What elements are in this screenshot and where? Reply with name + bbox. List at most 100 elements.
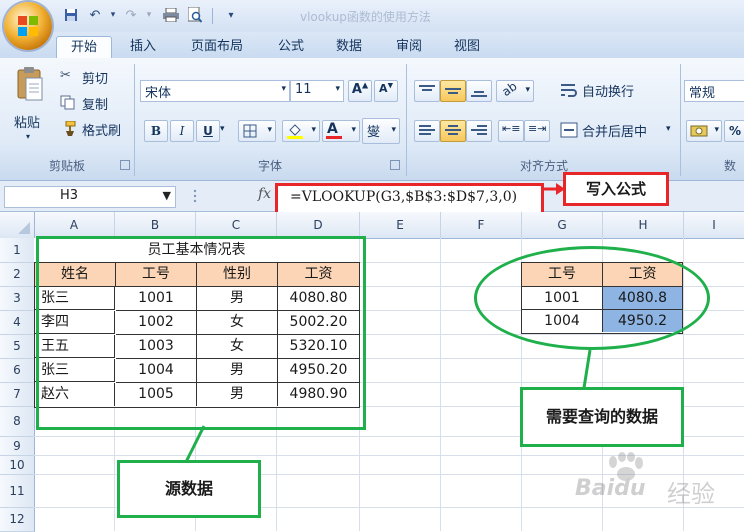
wrap-text-button[interactable]: 自动换行 — [560, 80, 678, 102]
align-left-button[interactable] — [414, 120, 440, 142]
undo-icon[interactable]: ↶ — [86, 6, 104, 24]
select-all-icon — [18, 222, 30, 234]
chevron-down-icon: ▾ — [311, 125, 316, 135]
shrink-font-icon: A▼ — [379, 81, 393, 95]
paste-button[interactable]: 粘贴 ▾ — [12, 66, 48, 146]
grid-line — [440, 238, 441, 531]
clipboard-dialog-launcher-icon[interactable] — [120, 160, 130, 170]
copy-button[interactable]: 复制 — [60, 94, 140, 113]
column-header-g[interactable]: G — [522, 212, 603, 238]
tab-insert[interactable]: 插入 — [118, 36, 168, 58]
chevron-down-icon: ▾ — [666, 124, 671, 134]
align-right-icon — [477, 125, 487, 127]
column-header-h[interactable]: H — [603, 212, 684, 238]
save-icon[interactable] — [62, 6, 80, 24]
column-header-i[interactable]: I — [684, 212, 744, 238]
row-header-2[interactable]: 2 — [0, 263, 35, 287]
font-dialog-launcher-icon[interactable] — [390, 160, 400, 170]
print-icon[interactable] — [162, 6, 180, 24]
tab-home[interactable]: 开始 — [56, 36, 112, 59]
merge-center-icon — [560, 122, 578, 138]
undo-dropdown-icon[interactable]: ▾ — [104, 6, 122, 24]
column-header-a[interactable]: A — [34, 212, 115, 238]
underline-button[interactable]: U — [196, 120, 220, 142]
align-right-icon — [471, 129, 487, 131]
select-all-corner[interactable] — [0, 212, 35, 238]
row-header-7[interactable]: 7 — [0, 383, 35, 407]
underline-dropdown-icon[interactable]: ▾ — [220, 124, 225, 134]
wrap-text-label: 自动换行 — [582, 85, 635, 100]
row-header-4[interactable]: 4 — [0, 311, 35, 335]
row-header-5[interactable]: 5 — [0, 335, 35, 359]
borders-icon — [243, 124, 257, 138]
formula-bar-splitter[interactable] — [180, 184, 254, 208]
row-header-12[interactable]: 12 — [0, 508, 35, 532]
customize-qat-icon[interactable]: ▾ — [222, 6, 240, 24]
wrap-text-icon — [561, 84, 577, 97]
row-header-10[interactable]: 10 — [0, 456, 35, 475]
tab-review[interactable]: 审阅 — [384, 36, 434, 58]
align-middle-button[interactable] — [440, 80, 466, 102]
increase-indent-button[interactable]: ≡⇥ — [524, 120, 550, 142]
paste-label: 粘贴 — [14, 116, 41, 131]
office-button[interactable] — [4, 2, 52, 50]
decrease-indent-button[interactable]: ⇤≡ — [498, 120, 524, 142]
tab-formulas[interactable]: 公式 — [266, 36, 316, 58]
fill-color-button[interactable]: ▾ — [282, 120, 320, 142]
chevron-down-icon: ▾ — [281, 84, 286, 94]
row-header-11[interactable]: 11 — [0, 475, 35, 508]
row-header-6[interactable]: 6 — [0, 359, 35, 383]
chevron-down-icon: ▾ — [525, 85, 530, 95]
borders-button[interactable]: ▾ — [238, 120, 276, 142]
row-header-3[interactable]: 3 — [0, 287, 35, 311]
align-top-button[interactable] — [414, 80, 440, 102]
italic-button[interactable]: I — [170, 120, 194, 142]
align-right-button[interactable] — [466, 120, 492, 142]
grow-font-button[interactable]: A▲ — [348, 80, 372, 102]
lookup-data-callout: 需要查询的数据 — [520, 387, 684, 447]
orientation-button[interactable]: ab ▾ — [496, 79, 534, 102]
tab-view[interactable]: 视图 — [442, 36, 492, 58]
number-format-value: 常规 — [689, 86, 716, 101]
merge-center-button[interactable]: 合并后居中 ▾ — [560, 120, 678, 142]
insert-function-icon[interactable]: fx — [258, 186, 271, 202]
chevron-down-icon: ▾ — [351, 125, 356, 135]
shrink-font-button[interactable]: A▼ — [374, 80, 398, 102]
column-header-b[interactable]: B — [115, 212, 196, 238]
cut-button[interactable]: ✂ 剪切 — [60, 68, 140, 87]
bold-button[interactable]: B — [144, 120, 168, 142]
row-header-8[interactable]: 8 — [0, 407, 35, 437]
align-left-icon — [419, 133, 431, 135]
format-painter-label: 格式刷 — [82, 124, 122, 139]
font-color-swatch — [326, 136, 342, 139]
tab-page-layout[interactable]: 页面布局 — [178, 36, 256, 58]
phonetic-guide-button[interactable]: 燮 ▾ — [362, 118, 400, 144]
baidu-watermark: Baidu 经验 — [575, 452, 744, 508]
font-size-value: 11 — [295, 82, 312, 97]
number-format-select[interactable]: 常规 — [684, 80, 744, 102]
format-painter-button[interactable]: 格式刷 — [60, 120, 140, 139]
column-header-d[interactable]: D — [277, 212, 360, 238]
callout-connector — [582, 349, 592, 389]
print-preview-icon[interactable] — [186, 6, 204, 24]
tab-data[interactable]: 数据 — [324, 36, 374, 58]
column-header-e[interactable]: E — [360, 212, 441, 238]
row-header-9[interactable]: 9 — [0, 437, 35, 456]
column-header-f[interactable]: F — [441, 212, 522, 238]
cut-label: 剪切 — [82, 72, 109, 87]
name-box-dropdown-icon[interactable]: ▼ — [163, 189, 171, 202]
accounting-format-button[interactable]: ▾ — [686, 120, 722, 142]
percent-button[interactable]: % — [724, 120, 744, 142]
align-center-button[interactable] — [440, 120, 466, 142]
column-header-c[interactable]: C — [196, 212, 277, 238]
align-bottom-button[interactable] — [466, 80, 492, 102]
font-color-button[interactable]: A ▾ — [322, 120, 360, 142]
redo-icon[interactable]: ↷ — [122, 6, 140, 24]
redo-dropdown-icon[interactable]: ▾ — [140, 6, 158, 24]
row-header-1[interactable]: 1 — [0, 238, 35, 263]
font-size-select[interactable]: 11 ▾ — [290, 80, 344, 102]
font-name-select[interactable]: 宋体 ▾ — [140, 80, 290, 102]
name-box[interactable]: ▼ — [4, 186, 176, 208]
name-box-value: H3 — [60, 188, 79, 203]
scissors-icon: ✂ — [60, 68, 71, 83]
